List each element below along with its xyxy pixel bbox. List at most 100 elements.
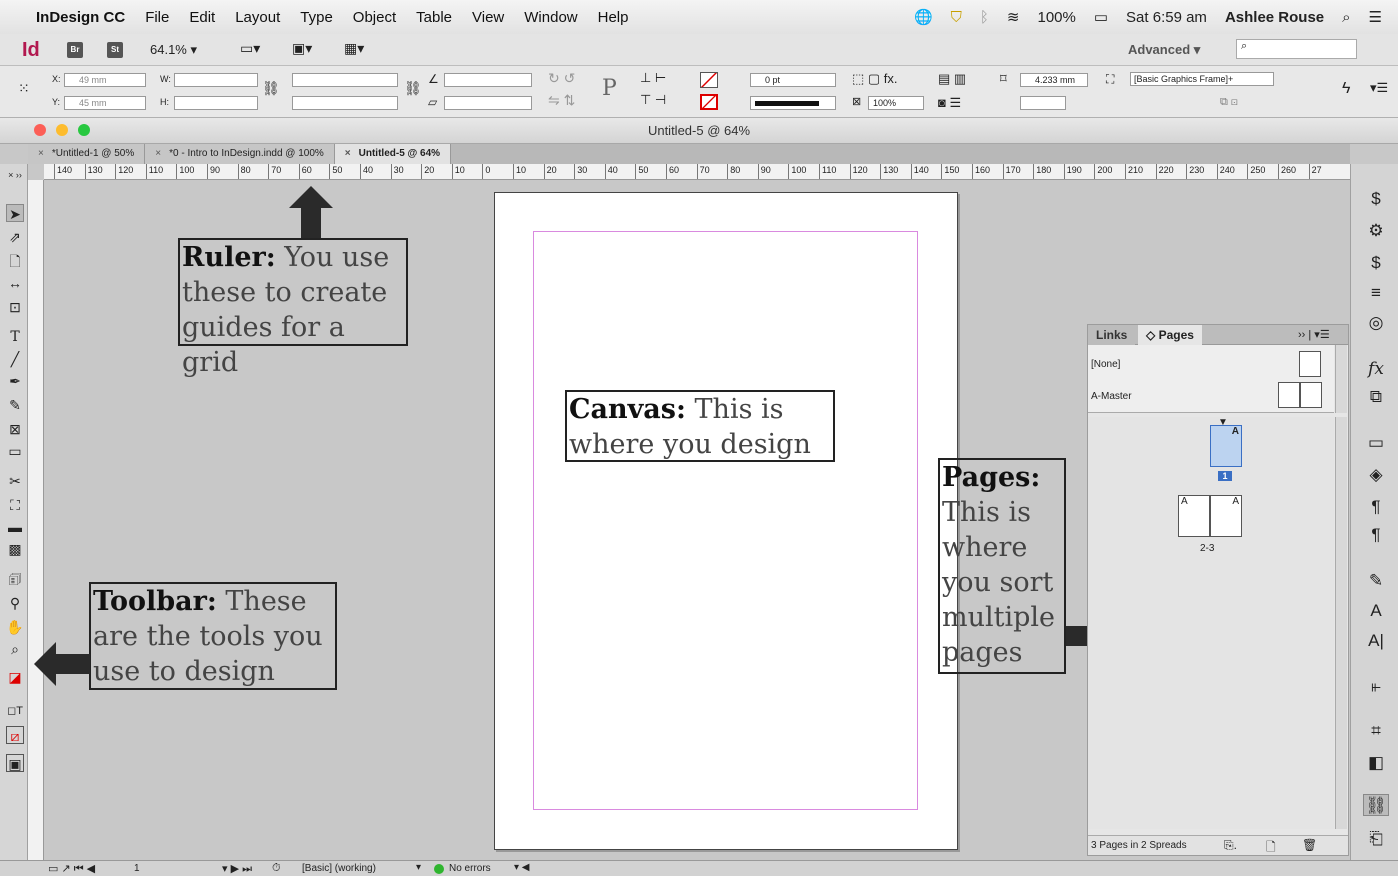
pencil-tool-icon[interactable]: ✎	[6, 396, 24, 414]
panel-menu-icon[interactable]: ▾☰	[1370, 80, 1388, 96]
screen-mode-icon[interactable]: ▣▾	[292, 40, 312, 57]
scale-x-field[interactable]	[292, 73, 398, 87]
rotate-90-icon[interactable]: ↻ ↺	[548, 70, 575, 87]
corner-options-select[interactable]	[1020, 96, 1066, 110]
master-a-label[interactable]: A-Master	[1091, 391, 1132, 402]
preflight-status[interactable]: No errors	[449, 863, 491, 874]
free-transform-tool-icon[interactable]: ⛶	[6, 496, 24, 514]
pen-tool-icon[interactable]: ✒	[6, 372, 24, 390]
close-tab-icon[interactable]: ×	[345, 148, 351, 159]
spotlight-icon[interactable]: ⌕	[1342, 9, 1350, 26]
vertical-ruler[interactable]	[28, 180, 44, 860]
constrain-scale-icon[interactable]: ⛓	[404, 80, 422, 97]
delete-page-icon[interactable]: 🗑	[1302, 838, 1317, 852]
creative-cloud-icon[interactable]: ◎	[1363, 312, 1389, 334]
eyedropper-tool-icon[interactable]: ⚲	[6, 594, 24, 612]
pages-panel-icon[interactable]: ⎗	[1363, 828, 1389, 850]
profile-dropdown-icon[interactable]: ▾	[416, 862, 421, 873]
constrain-proportions-icon[interactable]: ⛓	[262, 80, 280, 97]
stock-button[interactable]: St	[107, 42, 123, 58]
notification-center-icon[interactable]: ☰	[1369, 8, 1382, 26]
character-styles-icon[interactable]: A	[1363, 600, 1389, 622]
spread-2-3-label[interactable]: 2-3	[1200, 543, 1214, 554]
bridge-button[interactable]: Br	[67, 42, 83, 58]
opacity-field[interactable]: 100%	[868, 96, 924, 110]
menu-table[interactable]: Table	[416, 9, 452, 26]
tab-pages[interactable]: ◇ Pages	[1138, 325, 1202, 345]
type-tool-icon[interactable]: T	[6, 328, 24, 346]
bluetooth-icon[interactable]: ᛒ	[980, 9, 989, 26]
rotation-field[interactable]	[444, 73, 532, 87]
wifi-icon[interactable]: ≋	[1007, 8, 1020, 26]
line-tool-icon[interactable]: ╱	[6, 350, 24, 368]
effects-icon[interactable]: ⬚ ▢ fx.	[852, 71, 898, 87]
fill-swatch[interactable]	[700, 72, 718, 88]
pages-scrollbar[interactable]	[1335, 417, 1347, 829]
align-panel-icon[interactable]: ⫦	[1363, 676, 1389, 698]
battery-percent[interactable]: 100%	[1037, 9, 1075, 26]
master-a-right-thumbnail[interactable]	[1300, 382, 1322, 408]
selection-tool-icon[interactable]: ➤	[6, 204, 24, 222]
frame-fitting-icon[interactable]: ⌑	[1000, 71, 1007, 87]
menu-app-name[interactable]: InDesign CC	[36, 9, 125, 26]
apply-none-icon[interactable]: ⧄	[6, 726, 24, 744]
w-field[interactable]	[174, 73, 258, 87]
fill-stroke-icon[interactable]: ◪	[6, 668, 24, 686]
rectangle-tool-icon[interactable]: ▭	[6, 442, 24, 460]
page-nav-icons[interactable]: ▾ ▶ ⏭	[222, 862, 252, 876]
align-icon[interactable]: ◙ ☰	[938, 95, 961, 111]
menu-help[interactable]: Help	[598, 9, 629, 26]
content-collector-icon[interactable]: ⊡	[6, 298, 24, 316]
page-number-field[interactable]: 1	[134, 863, 140, 874]
scissors-tool-icon[interactable]: ✂	[6, 472, 24, 490]
clear-overrides-icon[interactable]: ⧉ ⊡	[1220, 96, 1238, 109]
script-label-icon[interactable]: $	[1363, 252, 1389, 274]
close-tab-icon[interactable]: ×	[38, 148, 44, 159]
user-name[interactable]: Ashlee Rouse	[1225, 9, 1324, 26]
menu-file[interactable]: File	[145, 9, 169, 26]
object-style-select[interactable]: [Basic Graphics Frame]+	[1130, 72, 1274, 86]
master-a-left-thumbnail[interactable]	[1278, 382, 1300, 408]
clock[interactable]: Sat 6:59 am	[1126, 9, 1207, 26]
character-icon[interactable]: A|	[1363, 630, 1389, 652]
view-options-icon[interactable]: ▭▾	[240, 40, 260, 57]
master-none-label[interactable]: [None]	[1091, 359, 1120, 370]
quick-apply-icon[interactable]: ϟ	[1342, 80, 1350, 98]
y-field[interactable]: 45 mm	[64, 96, 146, 110]
workspace-switcher[interactable]: Advanced ▾	[1128, 42, 1200, 58]
menu-lines-icon[interactable]: ≡	[1363, 282, 1389, 304]
hand-tool-icon[interactable]: ✋	[6, 618, 24, 636]
paragraph-styles-icon[interactable]: ¶	[1363, 524, 1389, 546]
panel-collapse-icon[interactable]: ›› | ▾☰	[1298, 328, 1330, 341]
arrange-documents-icon[interactable]: ▦▾	[344, 40, 364, 57]
formatting-affects-icon[interactable]: ◻T	[6, 702, 24, 720]
menu-view[interactable]: View	[472, 9, 504, 26]
object-styles-icon[interactable]: ✎	[1363, 570, 1389, 592]
open-document-icon[interactable]: ⏱	[272, 862, 281, 875]
zoom-level[interactable]: 64.1% ▾	[150, 42, 197, 58]
scale-y-field[interactable]	[292, 96, 398, 110]
menu-layout[interactable]: Layout	[235, 9, 280, 26]
globe-icon[interactable]: 🌐	[914, 8, 933, 26]
flip-icon[interactable]: ⇋ ⇅	[548, 92, 575, 109]
gradient-panel-icon[interactable]: ▭	[1363, 432, 1389, 454]
shield-icon[interactable]: ⛉	[951, 9, 962, 26]
menu-object[interactable]: Object	[353, 9, 396, 26]
new-page-icon[interactable]: 🗋	[1266, 838, 1276, 859]
page-1-label[interactable]: 1	[1218, 471, 1232, 481]
links-panel-icon[interactable]: ⛓	[1363, 794, 1389, 816]
master-none-thumbnail[interactable]	[1299, 351, 1321, 377]
color-profile[interactable]: [Basic] (working)	[302, 863, 376, 874]
menu-type[interactable]: Type	[300, 9, 333, 26]
tab-intro-to-indesign[interactable]: × *0 - Intro to InDesign.indd @ 100%	[145, 144, 335, 164]
content-grabber-icon[interactable]: ⌗	[1363, 720, 1389, 742]
effects-panel-icon[interactable]: fx	[1363, 358, 1389, 380]
select-content-icon[interactable]: ⊤ ⊣	[640, 92, 666, 108]
preflight-dropdown-icon[interactable]: ▾ ◀	[514, 862, 530, 873]
h-field[interactable]	[174, 96, 258, 110]
transform-panel-icon[interactable]: ⧉	[1363, 386, 1389, 408]
search-input[interactable]: ⌕	[1236, 39, 1357, 59]
collapse-toolbar-icon[interactable]: × ››	[6, 166, 24, 184]
direct-selection-tool-icon[interactable]: ⇗	[6, 228, 24, 246]
x-field[interactable]: 49 mm	[64, 73, 146, 87]
